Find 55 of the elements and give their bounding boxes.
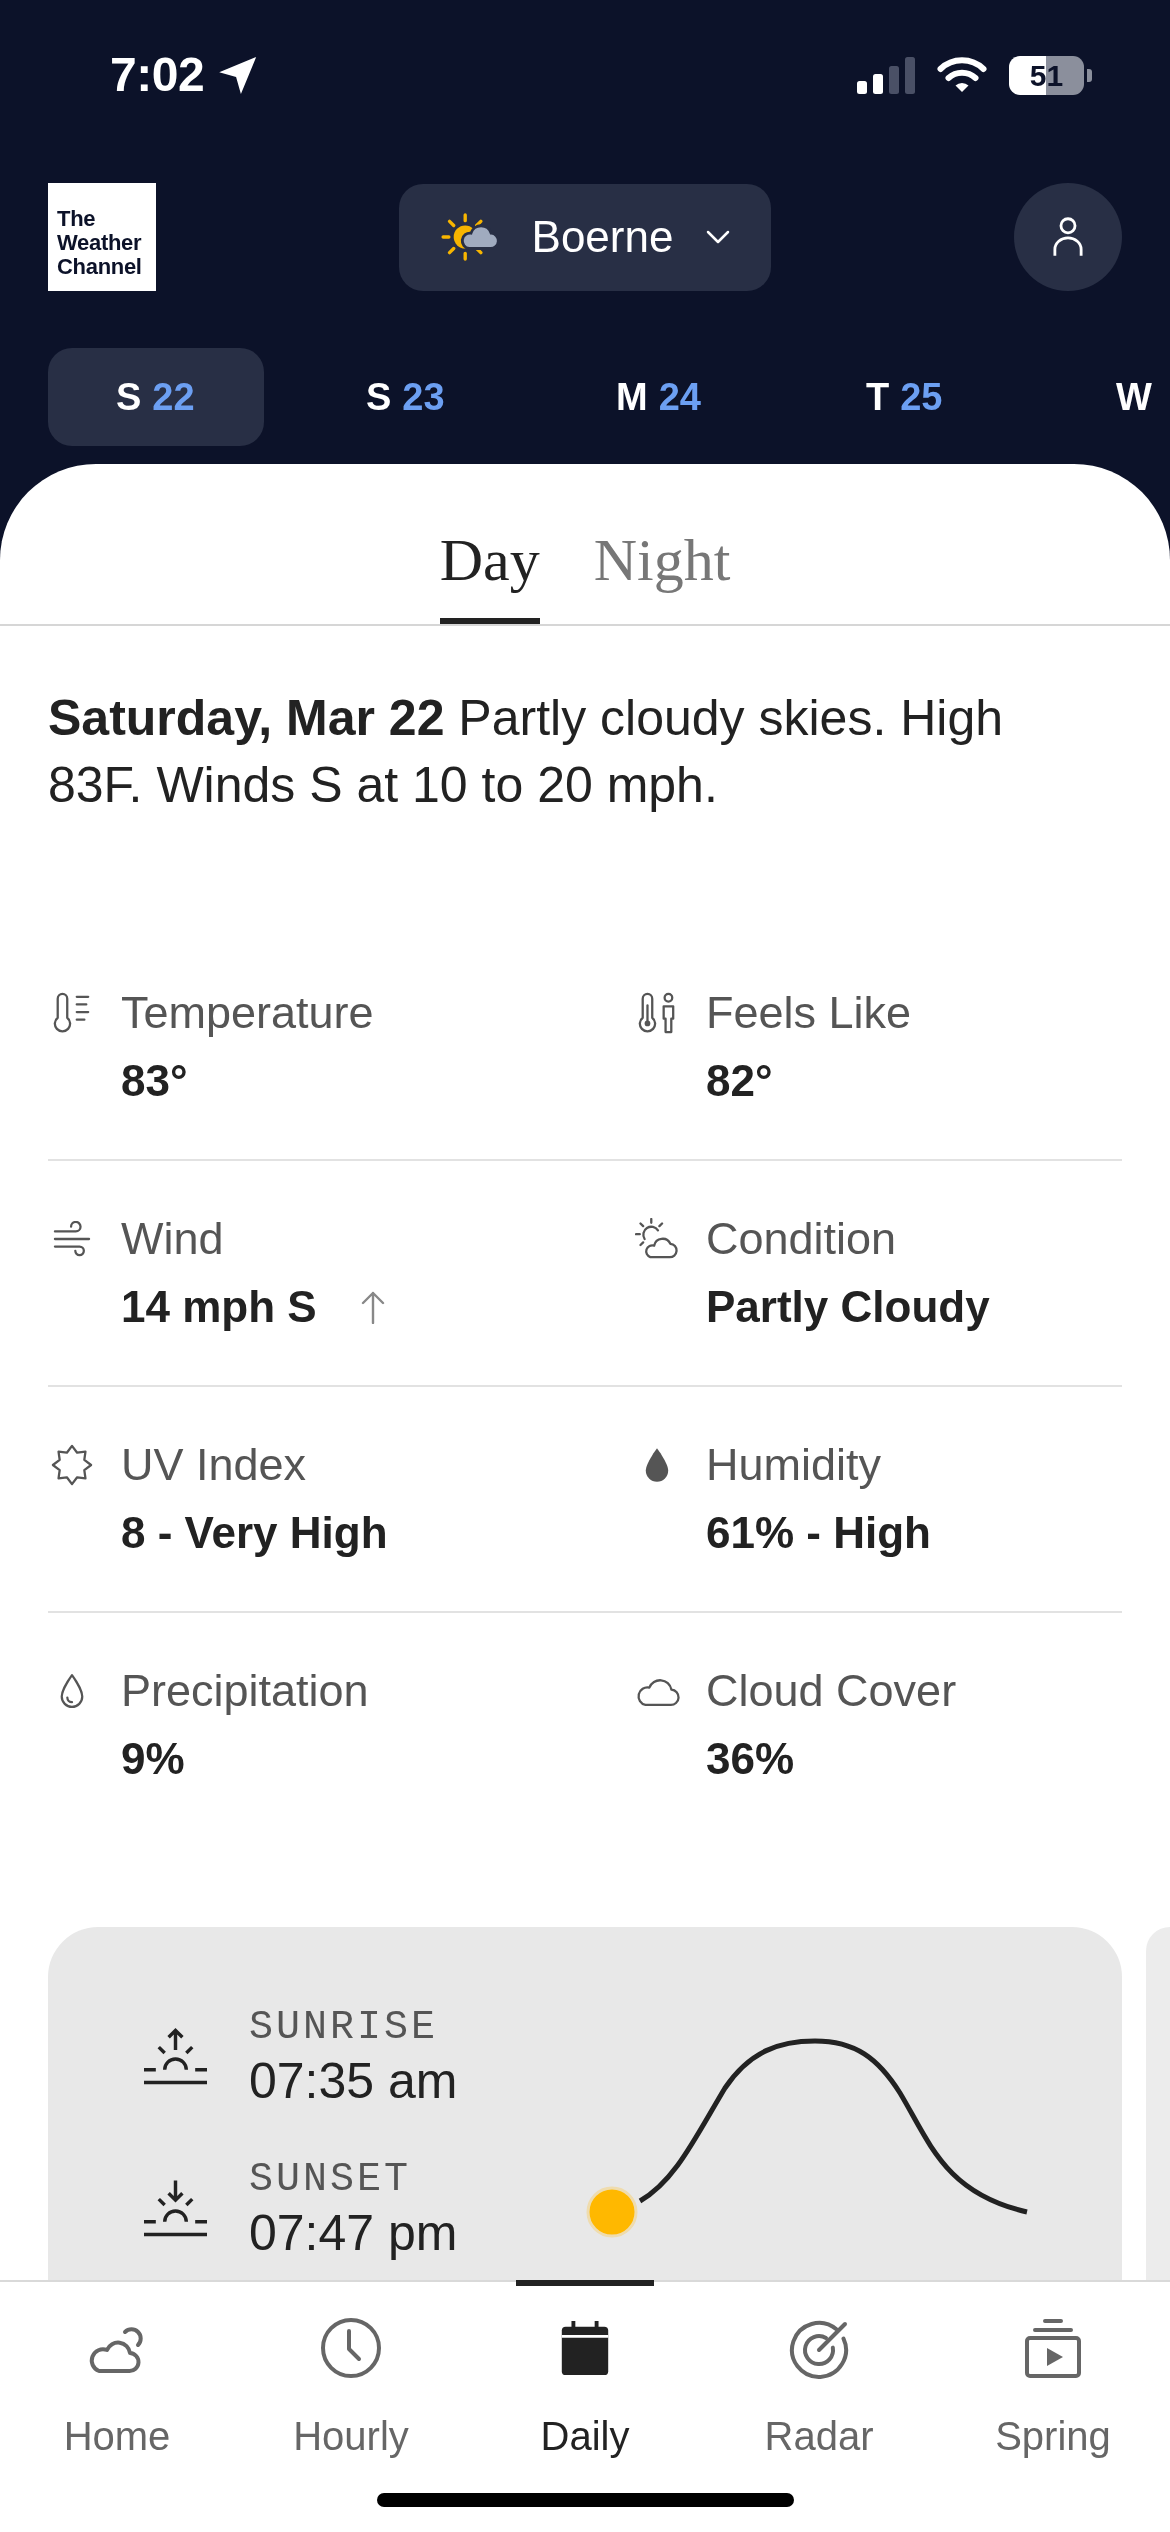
detail-label: Temperature	[121, 986, 375, 1040]
sun-event-label: SUNSET	[249, 2156, 413, 2204]
sun-event-label: SUNRISE	[249, 2004, 440, 2052]
date-tab[interactable]: S 23	[298, 348, 514, 446]
location-button[interactable]: Boerne	[398, 183, 772, 291]
nav-tab[interactable]: Daily	[468, 2282, 702, 2462]
detail-label: Feels Like	[706, 986, 913, 1040]
view-tab[interactable]: Day	[439, 525, 540, 624]
sun-dot-icon	[586, 2186, 638, 2238]
nav-tab[interactable]: Spring	[936, 2282, 1170, 2462]
date-tab[interactable]: M 24	[548, 348, 764, 446]
clock-icon	[319, 2316, 383, 2380]
location-arrow-icon	[219, 56, 259, 94]
detail-value: 36%	[706, 1733, 795, 1785]
detail-value: 61% - High	[706, 1507, 931, 1559]
detail-value: 83°	[121, 1055, 188, 1107]
detail-value: Partly Cloudy	[706, 1281, 990, 1333]
detail-label: UV Index	[121, 1438, 308, 1492]
thermometer-icon	[52, 992, 92, 1034]
sunrise-icon	[144, 2026, 207, 2086]
detail-value: 82°	[706, 1055, 773, 1107]
date-tab[interactable]: S 22	[48, 348, 264, 446]
chevron-down-icon	[706, 230, 731, 244]
sun-cloud-icon	[635, 1218, 679, 1260]
forecast-summary: Saturday, Mar 22 Partly cloudy skies. High 83F. Winds S at 10 to 20 mph.	[48, 689, 1004, 815]
signal-icon	[857, 56, 915, 94]
detail-label: Wind	[121, 1212, 225, 1266]
thermometer-person-icon	[637, 992, 677, 1034]
star-icon	[51, 1444, 93, 1486]
detail-value: 14 mph S	[121, 1281, 317, 1333]
view-tab[interactable]: Night	[593, 525, 731, 624]
sun-event-time: 07:35 am	[249, 2053, 458, 2109]
nav-tab[interactable]: Hourly	[234, 2282, 468, 2462]
sun-event-time: 07:47 pm	[249, 2205, 458, 2261]
detail-value: 8 - Very High	[121, 1507, 388, 1559]
wind-icon	[52, 1221, 92, 1257]
drop-outline-icon	[58, 1672, 86, 1710]
arrow-up-icon	[360, 1290, 385, 1324]
nav-tab[interactable]: Radar	[702, 2282, 936, 2462]
wifi-icon	[937, 57, 987, 93]
video-stack-icon	[1023, 2317, 1083, 2379]
logo: The Weather Channel	[48, 183, 156, 291]
detail-label: Humidity	[706, 1438, 883, 1492]
date-tab[interactable]: T 25	[798, 348, 1014, 446]
drop-icon	[643, 1446, 671, 1484]
sunset-icon	[144, 2178, 207, 2238]
detail-label: Cloud Cover	[706, 1664, 958, 1718]
detail-value: 9%	[121, 1733, 185, 1785]
person-icon	[1053, 217, 1083, 257]
nav-tab[interactable]: Home	[0, 2282, 234, 2462]
detail-label: Precipitation	[121, 1664, 370, 1718]
date-tab[interactable]: W	[1048, 348, 1170, 446]
status-time: 7:02	[110, 47, 205, 103]
detail-label: Condition	[706, 1212, 898, 1266]
sun-cloud-icon	[439, 213, 500, 261]
